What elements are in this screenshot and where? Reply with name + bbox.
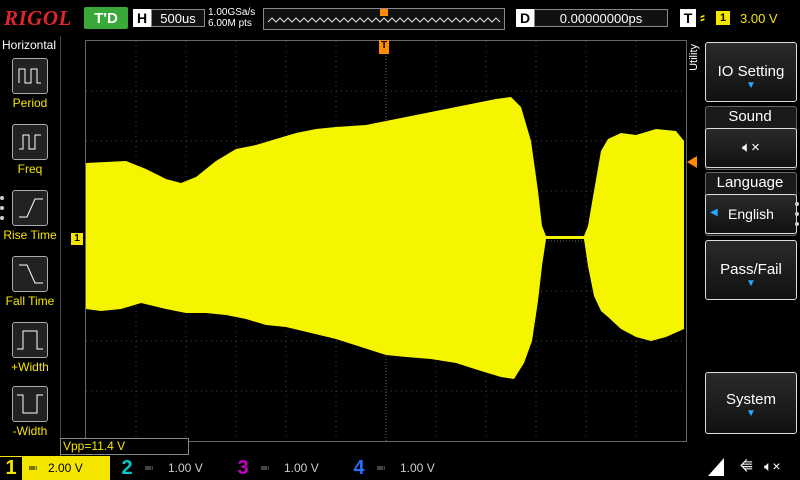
- right-scroll-indicator: [795, 202, 799, 242]
- brand-logo: RIGOL: [4, 6, 72, 30]
- trigger-status-badge: T'D: [84, 7, 128, 29]
- io-setting-button[interactable]: IO Setting ▼: [705, 42, 797, 102]
- menu-item-rise-time[interactable]: Rise Time: [2, 190, 58, 252]
- left-menu-title: Horizontal: [2, 38, 57, 52]
- trigger-level-marker[interactable]: [687, 156, 697, 168]
- memory-depth: 6.00M pts: [208, 18, 252, 29]
- menu-label-period: Period: [12, 96, 48, 110]
- trigger-channel-badge: 1: [716, 11, 730, 25]
- channel-4-scale: 1.00 V: [400, 461, 435, 475]
- memory-overview[interactable]: [263, 8, 505, 30]
- sound-toggle-button[interactable]: 🔈︎×: [705, 128, 797, 168]
- rise-time-icon: [12, 190, 48, 226]
- trigger-level[interactable]: 3.00 V: [740, 11, 778, 26]
- coupling-icon: ≕: [144, 462, 154, 474]
- speaker-mute-status-icon: 🔈︎×: [764, 458, 781, 474]
- channel-1-scale: 2.00 V: [48, 461, 83, 475]
- channel-2-tab[interactable]: 2 ≕ 1.00 V: [116, 456, 226, 480]
- menu-item-positive-width[interactable]: +Width: [2, 322, 58, 384]
- language-value: English: [728, 206, 774, 222]
- left-scroll-indicator: [0, 196, 4, 236]
- language-select[interactable]: ◀ English: [705, 194, 797, 234]
- channel-3-number: 3: [237, 456, 249, 479]
- trigger-position-marker[interactable]: T: [379, 40, 389, 54]
- channel-2-number: 2: [121, 456, 133, 479]
- language-title: Language: [716, 174, 784, 191]
- measurement-vpp: Vpp=11.4 V: [60, 438, 189, 455]
- frequency-icon: [12, 124, 48, 160]
- channel-4-number: 4: [353, 456, 365, 479]
- menu-label-positive-width: +Width: [11, 360, 49, 374]
- channel-1-number: 1: [0, 456, 22, 480]
- speaker-mute-icon: 🔈︎×: [742, 139, 760, 156]
- pass-fail-button[interactable]: Pass/Fail ▼: [705, 240, 797, 300]
- channel-1-offset-marker[interactable]: 1: [71, 233, 83, 245]
- channel-3-scale: 1.00 V: [284, 461, 319, 475]
- menu-label-rise-time: Rise Time: [3, 228, 57, 242]
- timebase-label: H: [133, 9, 151, 27]
- coupling-icon: ≕: [260, 462, 270, 474]
- positive-width-icon: [12, 322, 48, 358]
- sample-rate: 1.00GSa/s: [208, 7, 256, 18]
- chevron-down-icon: ▼: [746, 408, 756, 419]
- overview-trigger-marker: [380, 9, 388, 16]
- menu-label-negative-width: -Width: [12, 424, 48, 438]
- channel-1-tab[interactable]: 1 ≕ 2.00 V: [0, 456, 110, 480]
- sound-title: Sound: [728, 108, 772, 125]
- coupling-icon: ≕: [376, 462, 386, 474]
- system-label: System: [725, 391, 776, 408]
- negative-width-icon: [12, 386, 48, 422]
- memory-overview-waveform: [267, 9, 501, 23]
- menu-label-freq: Freq: [17, 162, 43, 176]
- menu-label-fall-time: Fall Time: [5, 294, 55, 308]
- chevron-left-icon: ◀: [710, 207, 718, 218]
- channel-3-tab[interactable]: 3 ≕ 1.00 V: [232, 456, 342, 480]
- corner-indicator: [708, 458, 724, 476]
- fall-time-icon: [12, 256, 48, 292]
- period-icon: [12, 58, 48, 94]
- io-setting-label: IO Setting: [717, 63, 785, 80]
- usb-icon: ⭅: [740, 458, 753, 474]
- trigger-label: T: [680, 9, 696, 27]
- pass-fail-label: Pass/Fail: [720, 261, 782, 278]
- utility-tab: Utility: [688, 44, 702, 104]
- utility-tab-label: Utility: [688, 44, 700, 71]
- chevron-down-icon: ▼: [746, 80, 756, 91]
- channel-4-tab[interactable]: 4 ≕ 1.00 V: [348, 456, 458, 480]
- system-button[interactable]: System ▼: [705, 372, 797, 434]
- waveform-display[interactable]: [85, 40, 687, 442]
- menu-item-freq[interactable]: Freq: [2, 124, 58, 186]
- chevron-down-icon: ▼: [746, 278, 756, 289]
- coupling-icon: ≕: [28, 462, 38, 474]
- menu-item-period[interactable]: Period: [2, 58, 58, 120]
- trigger-edge-icon: ⸗: [700, 9, 705, 26]
- menu-item-negative-width[interactable]: -Width: [2, 386, 58, 448]
- timebase-value[interactable]: 500us: [151, 9, 205, 27]
- menu-item-fall-time[interactable]: Fall Time: [2, 256, 58, 318]
- channel-2-scale: 1.00 V: [168, 461, 203, 475]
- channel-1-waveform: [86, 97, 684, 379]
- delay-value[interactable]: 0.00000000ps: [534, 9, 668, 27]
- delay-label: D: [516, 9, 534, 27]
